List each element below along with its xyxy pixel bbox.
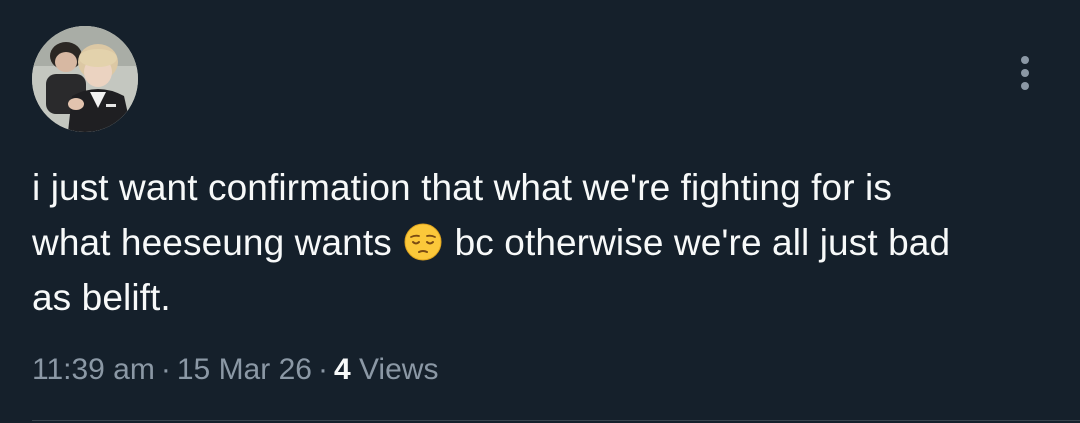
- more-options-button[interactable]: [1004, 52, 1046, 94]
- pensive-face-emoji: [404, 223, 442, 261]
- tweet-detail: i just want confirmation that what we're…: [0, 0, 1080, 423]
- tweet-date[interactable]: 15 Mar 26: [177, 353, 312, 386]
- views-label: Views: [358, 353, 439, 386]
- tweet-text-line-2-end: bc otherwise we're all just bad: [454, 222, 951, 263]
- separator: ·: [160, 353, 171, 386]
- tweet-text: i just want confirmation that what we're…: [32, 160, 1052, 325]
- tweet-text-line-2-start: what heeseung wants: [32, 222, 392, 263]
- separator: ·: [317, 353, 328, 386]
- tweet-metadata: 11:39 am · 15 Mar 26 · 4 Views: [32, 350, 438, 390]
- tweet-time[interactable]: 11:39 am: [32, 353, 155, 386]
- avatar[interactable]: [32, 26, 138, 132]
- tweet-text-line-1: i just want confirmation that what we're…: [32, 167, 892, 208]
- divider: [32, 420, 1080, 421]
- views-count: 4: [333, 353, 351, 386]
- more-vertical-icon: [1021, 56, 1029, 90]
- tweet-text-line-3: as belift.: [32, 277, 171, 318]
- avatar-photo: [32, 26, 138, 132]
